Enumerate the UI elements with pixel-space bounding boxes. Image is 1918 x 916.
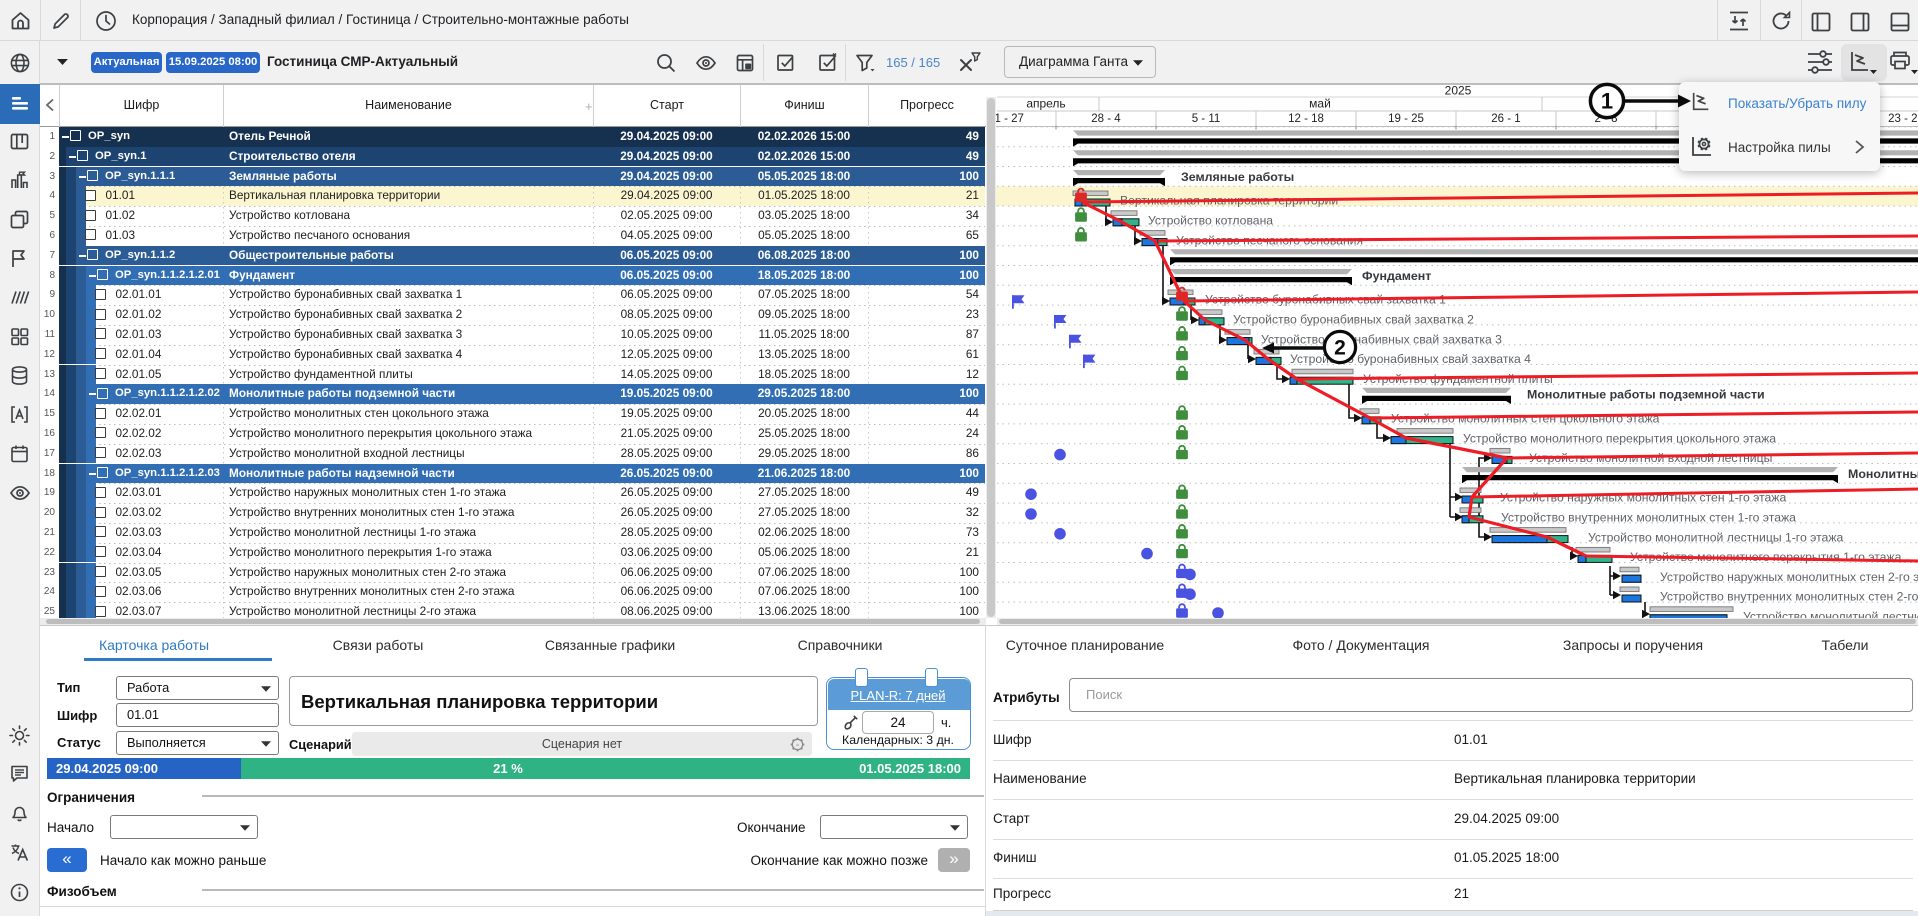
svg-text:Монолитные работы подземной ча: Монолитные работы подземной части [1527, 388, 1765, 402]
svg-text:Устройство наружных монолитных: Устройство наружных монолитных стен 2-го… [1660, 570, 1918, 584]
svg-text:28 - 4: 28 - 4 [1091, 113, 1121, 125]
svg-text:Устройство котлована: Устройство котлована [1148, 214, 1273, 228]
svg-text:Монолитные работы надземной ча: Монолитные работы надземной части [1848, 467, 1918, 481]
svg-text:26 - 1: 26 - 1 [1491, 113, 1520, 125]
svg-text:Устройство буронабивных свай з: Устройство буронабивных свай захватка 3 [1261, 332, 1502, 346]
svg-text:12 - 18: 12 - 18 [1288, 113, 1324, 125]
svg-text:1: 1 [1601, 89, 1613, 114]
svg-text:Устройство монолитного перекры: Устройство монолитного перекрытия цоколь… [1463, 431, 1776, 445]
svg-text:2: 2 [1334, 337, 1346, 360]
svg-text:Фундамент: Фундамент [1362, 269, 1431, 283]
svg-text:май: май [1309, 97, 1331, 111]
svg-text:2025: 2025 [1445, 84, 1472, 98]
svg-text:Устройство буронабивных свай з: Устройство буронабивных свай захватка 2 [1233, 313, 1474, 327]
svg-text:Устройство монолитной лестницы: Устройство монолитной лестницы 1-го этаж… [1588, 530, 1843, 544]
svg-text:апрель: апрель [1026, 97, 1065, 111]
svg-text:19 - 25: 19 - 25 [1388, 113, 1424, 125]
svg-text:Земляные работы: Земляные работы [1181, 170, 1294, 184]
svg-text:Устройство внутренних монолитн: Устройство внутренних монолитных стен 1-… [1501, 511, 1796, 525]
svg-text:5 - 11: 5 - 11 [1192, 113, 1221, 125]
svg-text:»: » [796, 743, 799, 749]
svg-text:Устройство внутренних монолитн: Устройство внутренних монолитных стен 2-… [1660, 590, 1918, 604]
svg-text:23 - 29: 23 - 29 [1888, 113, 1918, 125]
